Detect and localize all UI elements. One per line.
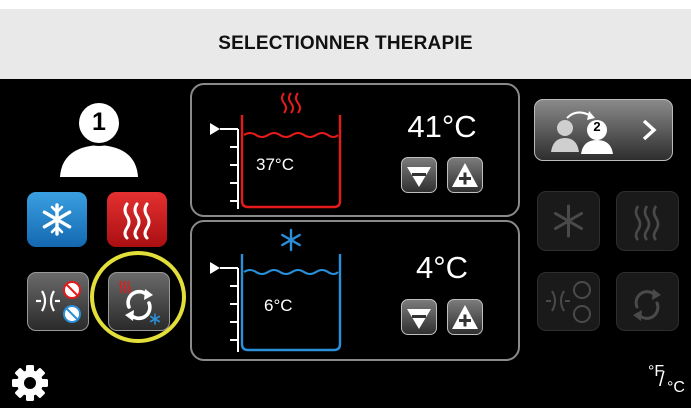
settings-gear-icon[interactable]	[10, 363, 50, 403]
hot-tank-panel: 37°C 41°C	[190, 83, 520, 217]
minus-icon	[407, 167, 431, 187]
title-bar: SELECTIONNER THERAPIE	[0, 9, 691, 79]
celsius-label: °C	[667, 379, 685, 396]
hot-decrease-button[interactable]	[401, 157, 437, 193]
heat-waves-icon	[123, 202, 151, 240]
chevron-right-icon	[642, 119, 657, 141]
cold-increase-button[interactable]	[447, 299, 483, 335]
hot-increase-button[interactable]	[447, 157, 483, 193]
patient-icon: 1	[58, 99, 140, 179]
patient2-cold-button[interactable]	[537, 191, 600, 251]
unit-toggle-button[interactable]: °F / °C	[640, 359, 688, 403]
minus-icon	[407, 309, 431, 329]
contrast-icon	[36, 281, 81, 323]
unit-slash: /	[659, 369, 665, 391]
cold-tank-current-temp: 6°C	[264, 296, 293, 315]
next-patient-number: 2	[593, 119, 601, 134]
hot-tank-current-temp: 37°C	[256, 155, 294, 174]
cold-tank-graphic	[210, 228, 342, 352]
contrast-icon	[546, 281, 591, 323]
hot-mode-button[interactable]	[107, 192, 167, 247]
snowflake-icon	[554, 204, 583, 238]
plus-icon	[452, 305, 478, 329]
touch-screen: 1 37°C 41°C 6°C 4°C 2 °F / °C	[0, 79, 691, 408]
hot-tank-graphic	[210, 92, 342, 209]
patient2-hot-button[interactable]	[616, 191, 679, 251]
cycle-icon	[633, 289, 661, 321]
plus-icon	[452, 163, 478, 187]
cold-tank-panel: 6°C 4°C	[190, 220, 520, 361]
heat-waves-icon	[634, 205, 660, 241]
switch-patient-button[interactable]: 2	[534, 99, 673, 161]
page-title: SELECTIONNER THERAPIE	[218, 33, 473, 54]
cold-setpoint-temp: 4°C	[415, 250, 469, 285]
cold-decrease-button[interactable]	[401, 299, 437, 335]
patient2-contrast-button[interactable]	[537, 272, 600, 331]
switch-patient-icon	[551, 111, 613, 154]
patient-number: 1	[92, 108, 106, 136]
contrast-mode-button[interactable]	[27, 272, 89, 331]
cold-mode-button[interactable]	[27, 192, 87, 247]
hot-setpoint-temp: 41°C	[407, 109, 477, 144]
snowflake-icon	[42, 203, 72, 236]
patient2-cycle-button[interactable]	[616, 272, 679, 331]
selection-highlight-ring	[90, 251, 186, 343]
